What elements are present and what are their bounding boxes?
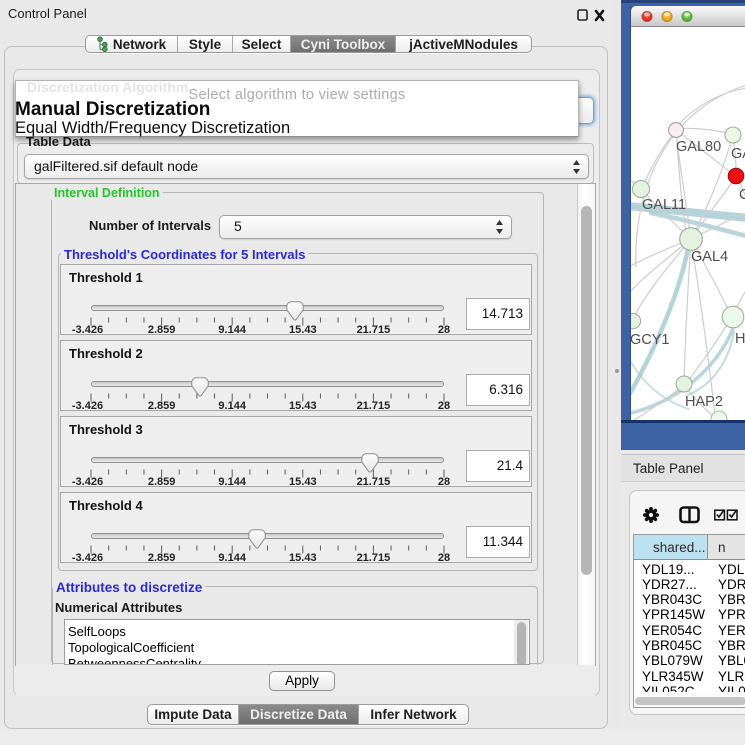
- svg-text:GA: GA: [731, 146, 745, 162]
- svg-text:HAP2: HAP2: [685, 394, 723, 410]
- svg-text:GAL4: GAL4: [691, 249, 728, 265]
- svg-text:GAL80: GAL80: [676, 139, 721, 155]
- svg-text:H: H: [735, 331, 745, 347]
- svg-text:C: C: [739, 187, 745, 203]
- svg-text:GAL11: GAL11: [642, 197, 686, 213]
- svg-text:GCY1: GCY1: [631, 332, 670, 348]
